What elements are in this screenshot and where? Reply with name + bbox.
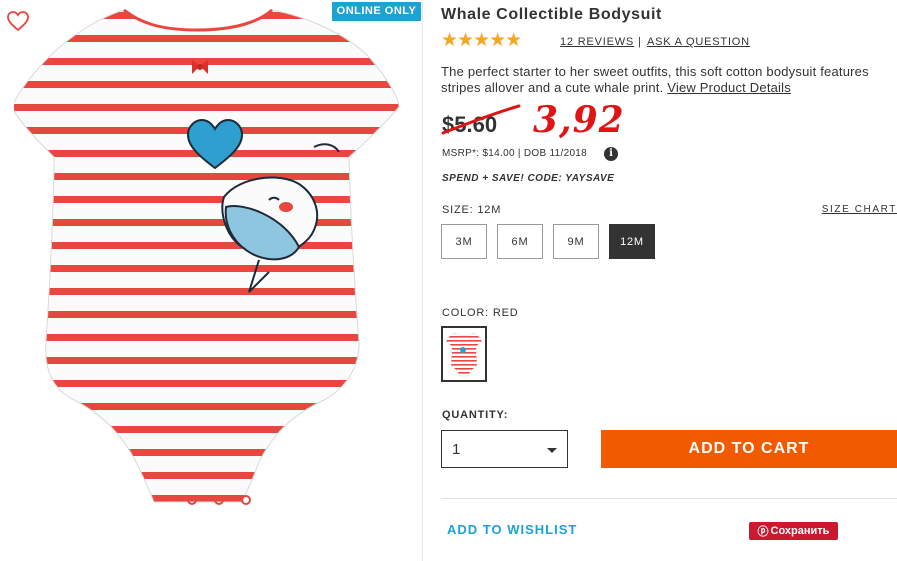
- size-option-6m[interactable]: 6M: [497, 224, 543, 259]
- quantity-label: QUANTITY:: [442, 409, 509, 421]
- save-label: Сохранить: [770, 525, 830, 537]
- size-chart-link[interactable]: SIZE CHART: [822, 204, 897, 215]
- size-option-9m[interactable]: 9M: [553, 224, 599, 259]
- new-price: 3,92: [533, 99, 625, 141]
- add-to-wishlist-link[interactable]: ADD TO WISHLIST: [447, 522, 577, 537]
- star-rating[interactable]: ★★★★★: [441, 30, 522, 51]
- size-option-3m[interactable]: 3M: [441, 224, 487, 259]
- link-separator: |: [638, 36, 641, 48]
- product-title: Whale Collectible Bodysuit: [441, 6, 662, 23]
- quantity-value: 1: [452, 440, 461, 458]
- price-strikethrough: [441, 104, 521, 135]
- product-image-panel: ONLINE ONLY: [0, 0, 423, 561]
- color-label: COLOR: RED: [442, 307, 519, 319]
- size-options: 3M 6M 9M 12M: [441, 224, 655, 259]
- quantity-select[interactable]: 1: [441, 430, 568, 468]
- star-icon: ★★★★★: [441, 30, 522, 51]
- product-description: The perfect starter to her sweet outfits…: [441, 64, 893, 96]
- pinterest-icon: ⓟ: [757, 526, 769, 538]
- pinterest-save-button[interactable]: ⓟ Сохранить: [749, 522, 838, 540]
- reviews-link[interactable]: 12 REVIEWS: [560, 36, 634, 48]
- description-text: The perfect starter to her sweet outfits…: [441, 64, 869, 95]
- ask-question-link[interactable]: ASK A QUESTION: [647, 36, 750, 48]
- bodysuit-image[interactable]: [14, 2, 409, 530]
- size-option-12m[interactable]: 12M: [609, 224, 655, 259]
- msrp-text: MSRP*: $14.00 | DOB 11/2018: [442, 148, 588, 159]
- chevron-down-icon: [547, 448, 557, 453]
- size-label: SIZE: 12M: [442, 204, 502, 216]
- view-product-details-link[interactable]: View Product Details: [667, 80, 791, 95]
- swatch-thumbnail: [445, 332, 483, 377]
- promo-code: SPEND + SAVE! CODE: YAYSAVE: [442, 173, 615, 184]
- add-to-cart-button[interactable]: ADD TO CART: [601, 430, 897, 468]
- divider: [441, 498, 897, 499]
- color-swatch-red[interactable]: [441, 326, 487, 382]
- product-details: Whale Collectible Bodysuit ★★★★★ 12 REVI…: [441, 0, 897, 561]
- info-icon[interactable]: i: [604, 147, 618, 161]
